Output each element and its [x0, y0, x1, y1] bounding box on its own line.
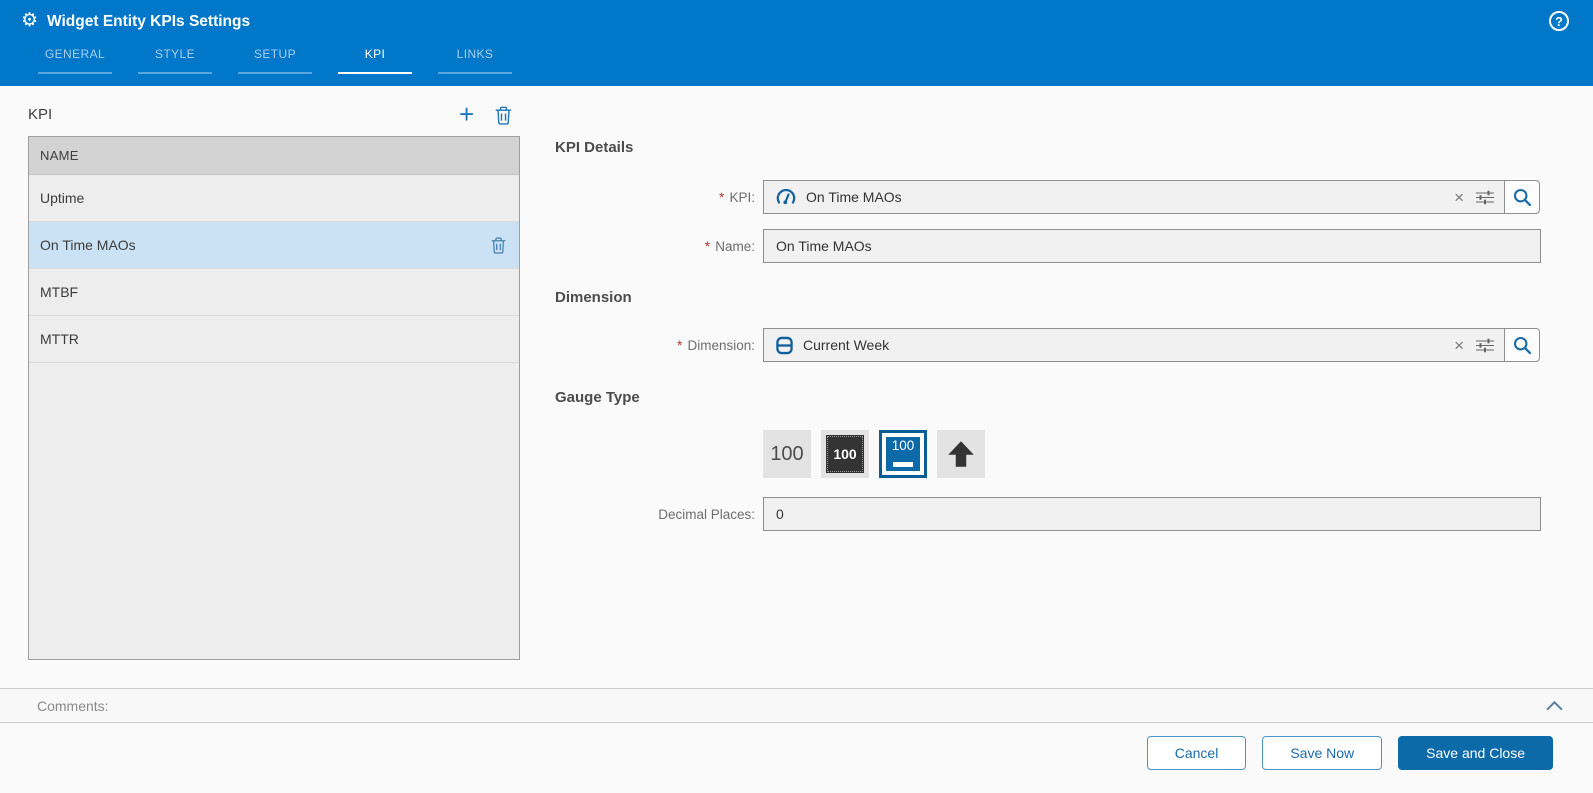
- gear-icon: ⚙: [21, 10, 39, 31]
- help-glyph: ?: [1555, 13, 1563, 29]
- required-marker: *: [677, 337, 683, 353]
- trash-icon: [495, 106, 512, 125]
- dimension-label-text: Dimension:: [687, 337, 755, 353]
- add-kpi-icon[interactable]: +: [459, 101, 474, 127]
- kpi-list: NAME Uptime On Time MAOs MTBF MTTR: [28, 136, 520, 660]
- name-field-label: * Name:: [555, 229, 755, 263]
- kpi-field-label: * KPI:: [555, 180, 755, 214]
- list-item-label: MTTR: [40, 331, 79, 347]
- kpi-lookup-value: On Time MAOs: [806, 189, 902, 205]
- chevron-up-icon[interactable]: [1546, 700, 1563, 711]
- decimal-places-label: Decimal Places:: [555, 497, 755, 531]
- gauge-bar-graphic: [893, 462, 913, 467]
- gauge-type-number-inverted-button[interactable]: 100: [821, 430, 869, 478]
- kpi-list-title: KPI: [28, 106, 53, 123]
- arrow-up-icon: [948, 441, 974, 467]
- kpi-details-section-title: KPI Details: [555, 139, 634, 156]
- save-now-button[interactable]: Save Now: [1262, 736, 1383, 770]
- required-marker: *: [719, 189, 725, 205]
- row-delete-icon[interactable]: [491, 237, 506, 254]
- clear-icon[interactable]: ×: [1454, 189, 1464, 206]
- filter-sliders-icon[interactable]: [1476, 190, 1494, 205]
- gauge-type-number-inverted-label: 100: [826, 435, 864, 473]
- kpi-lookup-input[interactable]: On Time MAOs ×: [763, 180, 1505, 214]
- dimension-icon: [776, 336, 793, 354]
- kpi-list-column-header: NAME: [29, 137, 519, 175]
- kpi-label-text: KPI:: [729, 189, 755, 205]
- decimal-places-input-box: [763, 497, 1541, 531]
- list-item-on-time-maos[interactable]: On Time MAOs: [29, 222, 519, 269]
- tab-setup[interactable]: SETUP: [238, 47, 312, 74]
- dimension-lookup-actions: ×: [1454, 337, 1494, 354]
- list-item-label: Uptime: [40, 190, 85, 206]
- dimension-lookup-value: Current Week: [803, 337, 890, 353]
- dimension-lookup-input[interactable]: Current Week ×: [763, 328, 1505, 362]
- gauge-type-options: 100 100 100: [763, 430, 985, 478]
- trash-icon: [491, 237, 506, 254]
- gauge-type-number-button[interactable]: 100: [763, 430, 811, 478]
- list-item-mttr[interactable]: MTTR: [29, 316, 519, 363]
- filter-sliders-icon[interactable]: [1476, 338, 1494, 353]
- tab-links[interactable]: LINKS: [438, 47, 512, 74]
- dimension-field-label: * Dimension:: [555, 328, 755, 362]
- name-input-box: [763, 229, 1541, 263]
- gauge-type-number-with-bar-label: 100: [891, 438, 915, 453]
- required-marker: *: [704, 238, 711, 254]
- kpi-lookup: On Time MAOs ×: [763, 180, 1540, 214]
- list-item-uptime[interactable]: Uptime: [29, 175, 519, 222]
- gauge-type-arrow-button[interactable]: [937, 430, 985, 478]
- name-label-text: Name:: [715, 238, 755, 254]
- save-and-close-button[interactable]: Save and Close: [1398, 736, 1553, 770]
- gauge-number-with-bar-graphic: 100: [886, 437, 920, 471]
- gauge-icon: [776, 188, 796, 204]
- decimal-places-input[interactable]: [764, 498, 1540, 530]
- dialog-header: ⚙ Widget Entity KPIs Settings ? GENERAL …: [0, 0, 1593, 86]
- dialog-title: Widget Entity KPIs Settings: [47, 13, 251, 30]
- search-icon: [1513, 336, 1531, 354]
- delete-kpi-icon[interactable]: [495, 106, 512, 130]
- cancel-button[interactable]: Cancel: [1146, 736, 1247, 770]
- footer-actions: Cancel Save Now Save and Close: [1146, 736, 1553, 770]
- list-item-mtbf[interactable]: MTBF: [29, 269, 519, 316]
- name-input[interactable]: [764, 230, 1540, 262]
- decimal-places-label-text: Decimal Places:: [658, 506, 755, 522]
- kpi-search-button[interactable]: [1504, 180, 1540, 214]
- dimension-section-title: Dimension: [555, 289, 632, 306]
- list-item-label: On Time MAOs: [40, 237, 136, 253]
- comments-label: Comments:: [37, 697, 109, 714]
- tab-general[interactable]: GENERAL: [38, 47, 112, 74]
- tab-kpi[interactable]: KPI: [338, 47, 412, 74]
- comments-bar[interactable]: Comments:: [0, 688, 1593, 723]
- clear-icon[interactable]: ×: [1454, 337, 1464, 354]
- search-icon: [1513, 188, 1531, 206]
- gauge-type-number-label: 100: [770, 442, 804, 465]
- list-item-label: MTBF: [40, 284, 79, 300]
- dimension-search-button[interactable]: [1504, 328, 1540, 362]
- tab-style[interactable]: STYLE: [138, 47, 212, 74]
- help-icon[interactable]: ?: [1549, 11, 1569, 31]
- kpi-lookup-actions: ×: [1454, 189, 1494, 206]
- dimension-lookup: Current Week ×: [763, 328, 1540, 362]
- tab-bar: GENERAL STYLE SETUP KPI LINKS: [38, 47, 512, 74]
- gauge-type-section-title: Gauge Type: [555, 389, 640, 406]
- gauge-type-number-with-bar-button[interactable]: 100: [879, 430, 927, 478]
